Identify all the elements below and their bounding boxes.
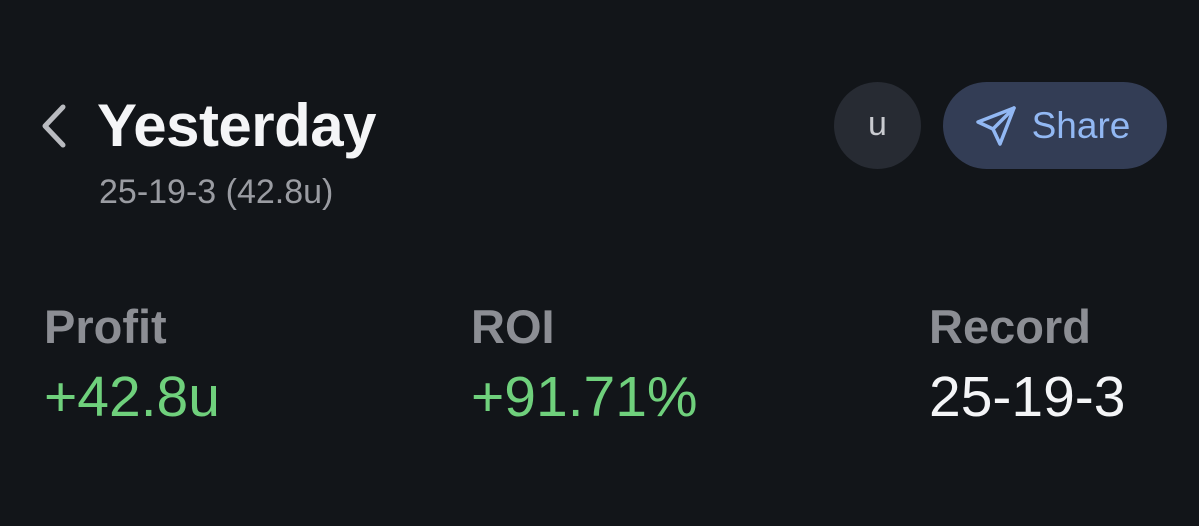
roi-stat: ROI +91.71% bbox=[471, 300, 698, 430]
profit-value: +42.8u bbox=[44, 365, 220, 429]
chevron-left-icon bbox=[42, 104, 66, 148]
profit-label: Profit bbox=[44, 300, 167, 353]
unit-toggle-button[interactable]: u bbox=[834, 82, 921, 169]
back-button[interactable] bbox=[30, 98, 78, 154]
roi-label: ROI bbox=[471, 300, 555, 353]
record-stat: Record 25-19-3 bbox=[929, 300, 1125, 430]
unit-toggle-label: u bbox=[868, 104, 887, 143]
record-label: Record bbox=[929, 300, 1091, 353]
page-title: Yesterday bbox=[97, 92, 377, 159]
share-button-label: Share bbox=[1031, 105, 1131, 146]
profit-stat: Profit +42.8u bbox=[44, 300, 220, 430]
paper-plane-icon bbox=[974, 104, 1018, 148]
share-button[interactable]: Share bbox=[943, 82, 1167, 169]
record-value: 25-19-3 bbox=[929, 365, 1126, 429]
roi-value: +91.71% bbox=[471, 365, 698, 429]
page-subtitle: 25-19-3 (42.8u) bbox=[99, 173, 334, 211]
